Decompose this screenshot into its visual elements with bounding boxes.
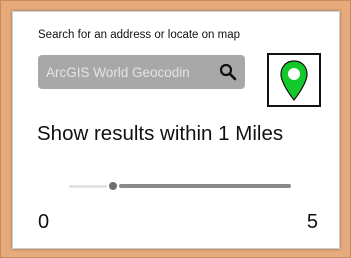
search-icon[interactable] — [219, 63, 237, 81]
slider-track — [119, 184, 291, 188]
search-radius-label: Show results within 1 Miles — [37, 122, 284, 145]
search-box — [38, 55, 245, 89]
search-caption: Search for an address or locate on map — [38, 29, 241, 41]
search-panel: Search for an address or locate on map S… — [12, 11, 340, 249]
locate-on-map-button[interactable] — [267, 53, 321, 107]
slider-max-label: 5 — [306, 211, 318, 233]
slider-thumb[interactable] — [109, 182, 117, 190]
search-radius-slider[interactable] — [69, 180, 291, 194]
map-pin-icon — [280, 60, 308, 101]
slider-track-filled — [69, 185, 107, 188]
search-input[interactable] — [38, 55, 213, 89]
slider-min-label: 0 — [38, 211, 50, 233]
window-frame: Search for an address or locate on map S… — [0, 0, 351, 258]
